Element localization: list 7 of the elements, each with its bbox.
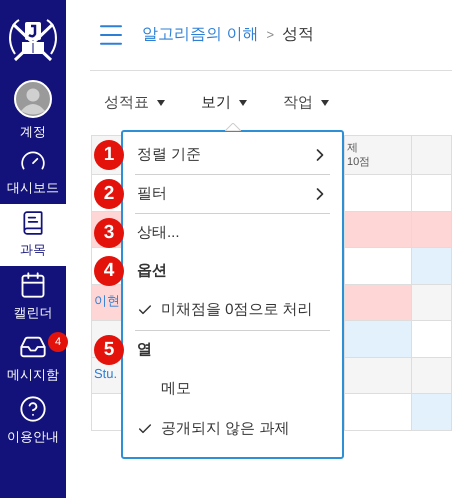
menu-heading: 옵션: [137, 260, 167, 281]
unread-badge: 4: [48, 332, 68, 352]
breadcrumb-separator: >: [266, 26, 274, 44]
column-header: 10점: [347, 155, 372, 169]
breadcrumb-current: 성적: [282, 25, 314, 45]
column-header: 제: [347, 141, 359, 155]
menu-heading: 열: [137, 340, 152, 360]
